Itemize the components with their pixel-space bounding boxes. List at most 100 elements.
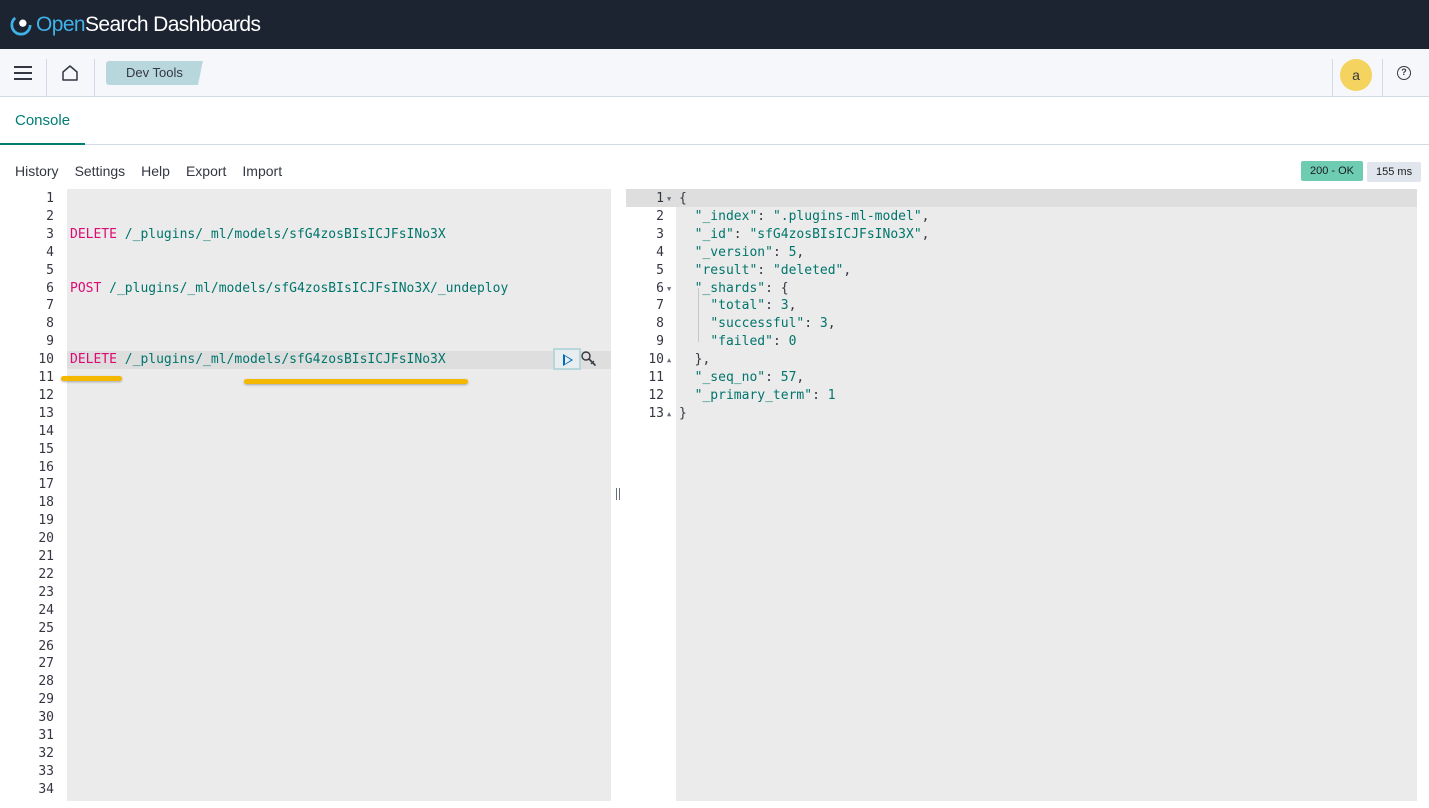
line-number: 18 <box>38 495 54 511</box>
breadcrumb-dev-tools[interactable]: Dev Tools <box>106 61 203 85</box>
line-number: 7 <box>656 298 664 314</box>
highlight-underline <box>244 379 468 384</box>
response-line: { <box>679 191 687 206</box>
console-menu-history[interactable]: History <box>15 163 59 179</box>
line-number: 15 <box>38 441 54 457</box>
response-line: "result": "deleted", <box>694 262 852 278</box>
line-number: 4 <box>656 244 664 260</box>
console-menu: History Settings Help Export Import <box>0 158 282 184</box>
line-number: 1 <box>656 191 664 206</box>
play-icon <box>563 354 573 366</box>
highlight-underline <box>61 376 122 381</box>
request-line[interactable]: POST /_plugins/_ml/models/sfG4zosBIsICJF… <box>70 280 508 298</box>
line-number: 12 <box>648 387 664 403</box>
nav-bar: Dev Tools a ? <box>0 49 1429 97</box>
line-number: 17 <box>38 477 54 493</box>
line-number: 34 <box>38 781 54 797</box>
tab-bar: Console <box>0 97 1429 145</box>
response-line: "_version": 5, <box>694 244 805 260</box>
logo-text: OpenSearch Dashboards <box>36 12 261 36</box>
line-number: 21 <box>38 549 54 564</box>
request-time-badge: 155 ms <box>1367 162 1422 182</box>
response-active-line <box>626 189 1417 207</box>
response-line: "_shards": { <box>694 280 789 296</box>
divider <box>94 59 95 97</box>
line-number: 23 <box>38 584 54 600</box>
divider <box>1382 59 1383 97</box>
line-number: 10 <box>38 352 54 368</box>
fold-toggle-icon[interactable]: ▼ <box>667 195 671 203</box>
line-number: 2 <box>656 208 664 224</box>
console-menu-settings[interactable]: Settings <box>75 163 126 179</box>
line-number: 32 <box>38 745 54 761</box>
request-line[interactable]: DELETE /_plugins/_ml/models/sfG4zosBIsIC… <box>70 351 446 369</box>
wrench-icon[interactable] <box>580 350 598 368</box>
divider <box>46 59 47 97</box>
line-number: 12 <box>38 387 54 403</box>
send-request-button[interactable] <box>553 348 581 370</box>
line-number: 5 <box>656 262 664 278</box>
console-menu-help[interactable]: Help <box>141 163 170 179</box>
line-number: 9 <box>656 334 664 350</box>
top-header: OpenSearch Dashboards <box>0 0 1429 49</box>
response-line: }, <box>694 352 711 368</box>
line-number: 5 <box>46 262 54 278</box>
request-editor[interactable]: 1 2 3 4 5 6 7 8 9 10 11 12 13 14 15 16 17 18 19 20 21 22 23 24 2… <box>8 189 611 801</box>
home-icon[interactable] <box>60 63 80 83</box>
response-line: "_index": ".plugins-ml-model", <box>694 208 930 224</box>
line-number: 3 <box>46 226 54 242</box>
unfold-toggle-icon[interactable]: ▲ <box>667 356 671 364</box>
response-line: "_primary_term": 1 <box>694 387 836 403</box>
response-line: } <box>679 405 687 421</box>
line-number: 29 <box>38 692 54 708</box>
line-number: 25 <box>38 620 54 636</box>
line-number: 3 <box>656 226 664 242</box>
response-line: "successful": 3, <box>710 316 836 332</box>
line-number: 10 <box>648 352 664 368</box>
unfold-toggle-icon[interactable]: ▲ <box>667 410 671 418</box>
line-number: 27 <box>38 656 54 672</box>
line-number: 19 <box>38 513 54 529</box>
line-number: 22 <box>38 566 54 582</box>
line-number: 2 <box>46 208 54 224</box>
line-number: 4 <box>46 244 54 260</box>
line-number: 8 <box>46 316 54 332</box>
console-menu-export[interactable]: Export <box>186 163 226 179</box>
line-number: 31 <box>38 728 54 743</box>
line-number: 11 <box>38 370 54 385</box>
line-number: 13 <box>38 405 54 421</box>
opensearch-logo[interactable]: OpenSearch Dashboards <box>10 12 261 37</box>
tab-console[interactable]: Console <box>0 97 86 145</box>
help-icon[interactable]: ? <box>1397 66 1411 80</box>
response-editor: 1 ▼{2 "_index": ".plugins-ml-model", 3 "_i… <box>626 189 1417 801</box>
user-avatar[interactable]: a <box>1340 59 1372 91</box>
line-number: 9 <box>46 334 54 350</box>
response-line: "_id": "sfG4zosBIsICJFsINo3X", <box>694 226 930 242</box>
line-number: 26 <box>38 638 54 654</box>
fold-toggle-icon[interactable]: ▼ <box>667 285 671 293</box>
pane-resizer[interactable] <box>614 488 622 502</box>
line-number: 1 <box>46 191 54 206</box>
divider <box>1332 59 1333 97</box>
line-number: 33 <box>38 763 54 779</box>
line-number: 11 <box>648 370 664 385</box>
line-number: 28 <box>38 674 54 690</box>
line-number: 6 <box>656 280 664 296</box>
console-menu-import[interactable]: Import <box>242 163 282 179</box>
line-number: 8 <box>656 316 664 332</box>
line-number: 30 <box>38 710 54 726</box>
request-line[interactable]: DELETE /_plugins/_ml/models/sfG4zosBIsIC… <box>70 226 446 244</box>
response-line: "total": 3, <box>710 298 797 314</box>
line-number: 7 <box>46 298 54 314</box>
menu-icon[interactable] <box>14 66 32 80</box>
line-number: 6 <box>46 280 54 296</box>
opensearch-logo-icon <box>10 13 32 36</box>
status-code-badge: 200 - OK <box>1301 161 1364 181</box>
response-line: "_seq_no": 57, <box>694 370 805 385</box>
line-number: 14 <box>38 423 54 439</box>
line-number: 24 <box>38 602 54 618</box>
line-number: 20 <box>38 531 54 547</box>
line-number: 13 <box>648 405 664 421</box>
response-line: "failed": 0 <box>710 334 797 350</box>
line-number: 16 <box>38 459 54 475</box>
